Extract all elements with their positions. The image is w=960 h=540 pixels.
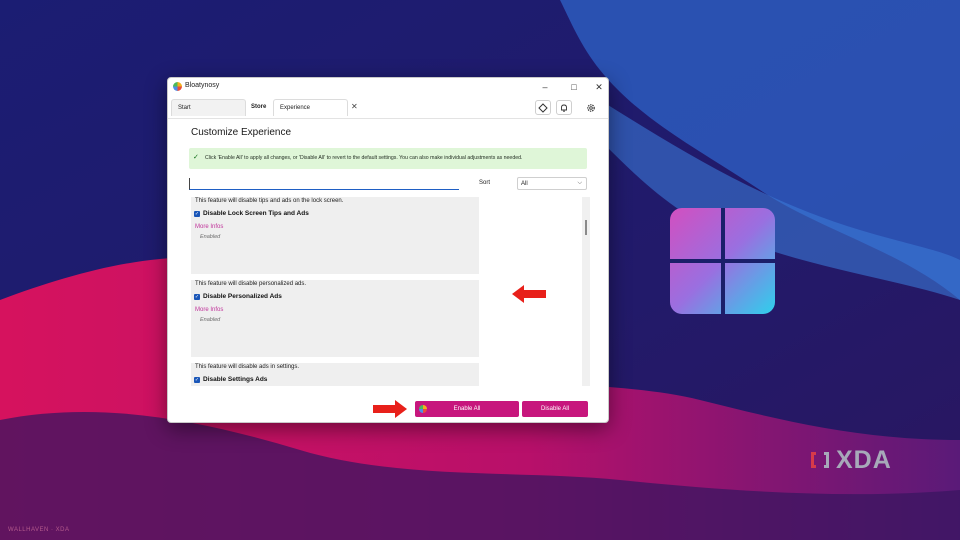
info-message: Click 'Enable All' to apply all changes,… — [205, 155, 523, 161]
feature-checkbox[interactable]: ✓ — [194, 377, 200, 383]
more-infos-link[interactable]: More Infos — [195, 307, 223, 313]
feature-name[interactable]: Disable Lock Screen Tips and Ads — [203, 210, 309, 217]
feature-card: This feature will disable ads in setting… — [191, 363, 479, 386]
feature-status: Enabled — [200, 234, 221, 240]
feature-name[interactable]: Disable Personalized Ads — [203, 293, 282, 300]
enable-all-button[interactable]: Enable All — [415, 401, 519, 417]
tab-experience[interactable]: Experience — [273, 99, 348, 116]
search-input[interactable] — [189, 178, 459, 190]
windows-logo — [670, 208, 775, 314]
puzzle-button[interactable] — [535, 100, 551, 115]
annotation-arrow-right-icon — [373, 400, 407, 418]
content-area: Customize Experience ✓ Click 'Enable All… — [168, 118, 608, 422]
feature-list: This feature will disable tips and ads o… — [189, 197, 479, 386]
sort-selected-value: All — [521, 181, 528, 187]
close-tab-icon[interactable]: ✕ — [351, 102, 358, 111]
annotation-arrow-left-icon — [512, 285, 546, 303]
feature-description: This feature will disable personalized a… — [195, 281, 307, 287]
enable-all-label: Enable All — [453, 406, 481, 412]
feature-status: Enabled — [200, 317, 221, 323]
xda-logo-text: XDA — [836, 445, 892, 474]
info-banner: ✓ Click 'Enable All' to apply all change… — [189, 148, 587, 169]
title-bar[interactable]: Bloatynosy – □ ✕ — [168, 78, 608, 98]
wallpaper-credit: WALLHAVEN · XDA — [8, 527, 70, 533]
feature-checkbox[interactable]: ✓ — [194, 211, 200, 217]
close-window-button[interactable]: ✕ — [588, 78, 608, 96]
app-logo-icon — [173, 82, 182, 91]
disable-all-label: Disable All — [540, 406, 569, 412]
minimize-button[interactable]: – — [534, 78, 556, 96]
feature-name[interactable]: Disable Settings Ads — [203, 376, 267, 383]
maximize-button[interactable]: □ — [563, 78, 585, 96]
page-title: Customize Experience — [191, 127, 292, 138]
xda-bracket-icon — [811, 452, 829, 468]
more-infos-link[interactable]: More Infos — [195, 224, 223, 230]
window-title: Bloatynosy — [185, 82, 220, 89]
bell-icon — [561, 104, 567, 112]
scrollbar-thumb[interactable] — [585, 220, 587, 235]
feature-description: This feature will disable ads in setting… — [195, 364, 300, 370]
gear-icon — [586, 103, 595, 112]
app-window: Bloatynosy – □ ✕ Start Store Experience … — [167, 77, 609, 423]
settings-button[interactable] — [583, 100, 598, 115]
xda-logo: XDA — [808, 445, 892, 474]
puzzle-icon — [538, 102, 548, 113]
tab-store[interactable]: Store — [247, 99, 271, 116]
sort-dropdown[interactable]: All ⌵ — [517, 177, 587, 190]
check-icon: ✓ — [193, 154, 199, 161]
list-scrollbar[interactable] — [582, 197, 590, 386]
tab-start[interactable]: Start — [171, 99, 246, 116]
notifications-button[interactable] — [556, 100, 572, 115]
feature-checkbox[interactable]: ✓ — [194, 294, 200, 300]
feature-card: This feature will disable personalized a… — [191, 280, 479, 357]
feature-description: This feature will disable tips and ads o… — [195, 198, 344, 204]
sort-label: Sort — [479, 180, 491, 186]
app-logo-icon — [419, 405, 427, 413]
feature-card: This feature will disable tips and ads o… — [191, 197, 479, 274]
disable-all-button[interactable]: Disable All — [522, 401, 588, 417]
tab-bar: Start Store Experience ✕ — [168, 98, 608, 118]
chevron-down-icon: ⌵ — [577, 180, 582, 186]
